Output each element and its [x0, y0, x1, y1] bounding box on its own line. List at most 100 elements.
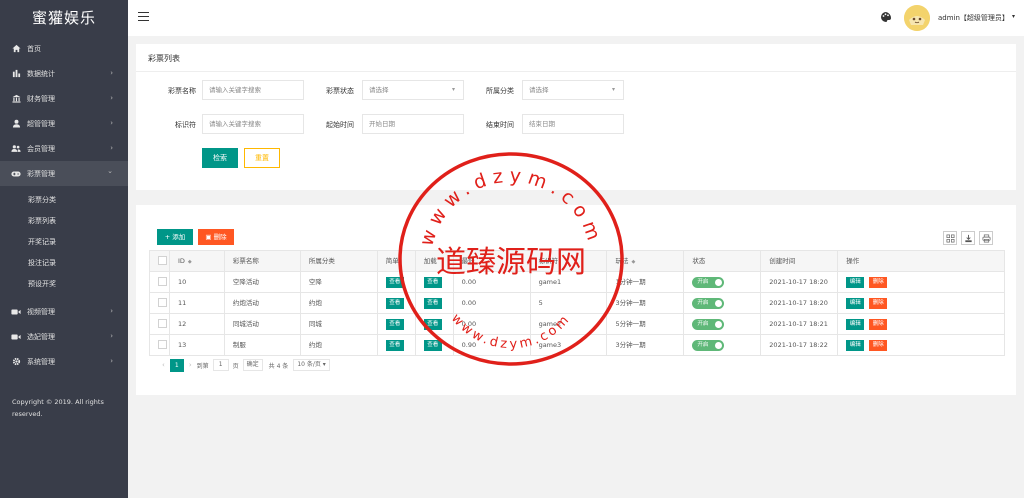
- export-icon[interactable]: [961, 231, 975, 245]
- select-all-cell[interactable]: [150, 251, 170, 271]
- columns-filter-icon[interactable]: [943, 231, 957, 245]
- edit-button[interactable]: 编辑: [846, 276, 865, 288]
- sidebar-subitem-bet-records[interactable]: 投注记录: [0, 253, 128, 274]
- table-cell: 同城: [301, 314, 378, 334]
- prev-page-button[interactable]: ‹: [162, 361, 165, 369]
- sidebar-subitem-lottery-list[interactable]: 彩票列表: [0, 211, 128, 232]
- lottery-category-select[interactable]: 请选择 ▾: [522, 80, 624, 100]
- next-page-button[interactable]: ›: [189, 361, 192, 369]
- start-date-input[interactable]: 开始日期: [362, 114, 464, 134]
- sort-icon[interactable]: ◆: [631, 259, 635, 265]
- status-toggle[interactable]: 开启: [692, 339, 725, 351]
- users-icon: [11, 144, 21, 154]
- cell-category: 同城: [308, 320, 322, 328]
- column-header-actions: 操作: [838, 251, 1005, 271]
- table-cell: 10: [170, 272, 225, 292]
- chevron-down-icon: ⌄: [107, 167, 113, 175]
- goto-page-input[interactable]: 1: [212, 359, 229, 371]
- row-checkbox[interactable]: [158, 276, 167, 286]
- cell-id: 10: [177, 278, 187, 286]
- top-header: admin【超级管理员】 ▾: [128, 0, 1024, 36]
- status-toggle[interactable]: 开启: [692, 297, 725, 309]
- total-count: 共 4 条: [268, 362, 289, 370]
- toggle-label: 开启: [697, 341, 709, 348]
- user-name[interactable]: admin【超级管理员】: [938, 13, 1009, 23]
- cell-category: 约炮: [308, 341, 322, 349]
- table-row: 10 空降活动 空降 查看 查看 0.00 game1 1分钟一期 开启 2021-10-17 1…: [150, 272, 1005, 293]
- row-checkbox[interactable]: [158, 297, 167, 307]
- lottery-table: ID ◆ 彩票名称 所属分类 简单 加载 最低 标识符 玩法 ◆ 状态 创建时间 操…: [149, 250, 1005, 356]
- menu-toggle-icon[interactable]: [138, 12, 149, 22]
- page-size-select[interactable]: 10 条/页 ▾: [293, 359, 330, 371]
- column-header-play[interactable]: 玩法 ◆: [607, 251, 685, 271]
- print-icon[interactable]: [979, 231, 993, 245]
- sidebar-item-finance[interactable]: 财务管理 ›: [0, 86, 128, 111]
- view-load-button[interactable]: 查看: [423, 339, 442, 351]
- avatar[interactable]: [904, 5, 930, 31]
- view-simple-button[interactable]: 查看: [385, 297, 404, 309]
- view-simple-button[interactable]: 查看: [385, 339, 404, 351]
- toggle-label: 开启: [697, 299, 709, 306]
- lottery-status-select[interactable]: 请选择 ▾: [362, 80, 464, 100]
- table-cell: 查看: [378, 314, 416, 334]
- sidebar-item-members[interactable]: 会员管理 ›: [0, 136, 128, 161]
- end-date-input[interactable]: 结束日期: [522, 114, 624, 134]
- status-toggle[interactable]: 开启: [692, 276, 725, 288]
- header-label: 所属分类: [308, 257, 335, 265]
- cell-tag: game1: [538, 278, 562, 286]
- cell-play: 5分钟一期: [615, 320, 646, 328]
- view-load-button[interactable]: 查看: [423, 276, 442, 288]
- sidebar-item-label: 会员管理: [27, 144, 55, 153]
- add-button[interactable]: + 添加: [157, 229, 193, 245]
- view-simple-button[interactable]: 查看: [385, 276, 404, 288]
- sidebar-item-system[interactable]: 系统管理 ›: [0, 349, 128, 374]
- tag-input[interactable]: 请输入关键字搜索: [202, 114, 304, 134]
- lottery-name-input[interactable]: 请输入关键字搜索: [202, 80, 304, 100]
- filter-panel: 彩票列表 彩票名称 请输入关键字搜索 彩票状态 请选择 ▾ 所属分类 请选择 ▾…: [136, 44, 1016, 190]
- search-button[interactable]: 检索: [202, 148, 238, 168]
- sort-icon[interactable]: ◆: [188, 259, 192, 265]
- table-cell: 开启: [684, 314, 762, 334]
- table-cell: 2021-10-17 18:22: [761, 335, 839, 355]
- table-cell: 查看: [378, 272, 416, 292]
- view-load-button[interactable]: 查看: [423, 297, 442, 309]
- sidebar-item-label: 首页: [27, 44, 41, 53]
- caret-down-icon[interactable]: ▾: [1012, 13, 1015, 20]
- lottery-status-label: 彩票状态: [326, 87, 354, 95]
- select-all-checkbox[interactable]: [158, 255, 167, 265]
- edit-button[interactable]: 编辑: [846, 297, 865, 309]
- reset-button[interactable]: 重置: [244, 148, 280, 168]
- status-toggle[interactable]: 开启: [692, 318, 725, 330]
- palette-icon[interactable]: [880, 11, 892, 23]
- sidebar-subitem-draw-records[interactable]: 开奖记录: [0, 232, 128, 253]
- sidebar-item-lottery[interactable]: 彩票管理 ⌄: [0, 161, 128, 186]
- copyright-text: Copyright © 2019. All rights reserved.: [12, 398, 104, 418]
- view-load-button[interactable]: 查看: [423, 318, 442, 330]
- sidebar-subitem-lottery-category[interactable]: 彩票分类: [0, 190, 128, 211]
- current-page[interactable]: 1: [169, 358, 184, 372]
- batch-delete-button[interactable]: ▣ 删除: [198, 229, 234, 245]
- sidebar-item-label: 超管管理: [27, 119, 55, 128]
- table-panel: + 添加 ▣ 删除 ID ◆ 彩票名称 所属分类 简单 加载 最低 标识符 玩法 ◆…: [136, 205, 1016, 395]
- table-cell: 0.00: [454, 272, 531, 292]
- goto-confirm-button[interactable]: 确定: [242, 359, 263, 371]
- sidebar-item-admins[interactable]: 超管管理 ›: [0, 111, 128, 136]
- view-simple-button[interactable]: 查看: [385, 318, 404, 330]
- delete-button[interactable]: 删除: [869, 297, 888, 309]
- edit-button[interactable]: 编辑: [846, 339, 865, 351]
- sidebar-item-selection[interactable]: 选妃管理 ›: [0, 324, 128, 349]
- sidebar-item-home[interactable]: 首页: [0, 36, 128, 61]
- row-checkbox[interactable]: [158, 339, 167, 349]
- column-header-id[interactable]: ID ◆: [170, 251, 225, 271]
- delete-button[interactable]: 删除: [869, 318, 888, 330]
- sidebar-item-videos[interactable]: 视频管理 ›: [0, 299, 128, 324]
- cell-min: 0.00: [461, 278, 477, 286]
- delete-button[interactable]: 删除: [869, 276, 888, 288]
- sidebar-subitem-preset-draw[interactable]: 预设开奖: [0, 274, 128, 295]
- sidebar-item-stats[interactable]: 数据统计 ›: [0, 61, 128, 86]
- table-cell: [150, 314, 170, 334]
- delete-button[interactable]: 删除: [869, 339, 888, 351]
- cell-id: 12: [177, 320, 187, 328]
- edit-button[interactable]: 编辑: [846, 318, 865, 330]
- row-checkbox[interactable]: [158, 318, 167, 328]
